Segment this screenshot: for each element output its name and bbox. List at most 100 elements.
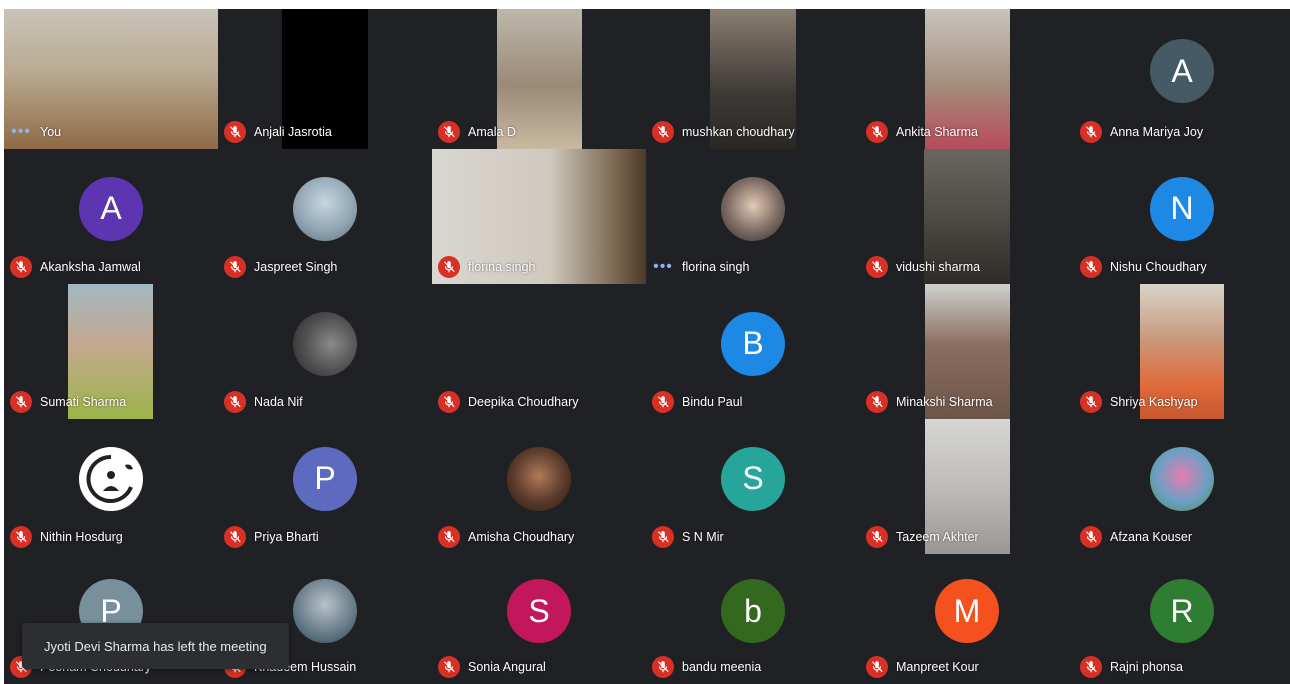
- mic-off-icon: [1080, 121, 1102, 143]
- participant-name: florina singh: [468, 260, 536, 274]
- participant-name: Afzana Kouser: [1110, 530, 1192, 544]
- participant-name: Anna Mariya Joy: [1110, 125, 1204, 139]
- name-bar: Anjali Jasrotia: [224, 120, 332, 144]
- participant-tile[interactable]: Ankita Sharma: [860, 9, 1074, 149]
- mic-off-icon: [10, 526, 32, 548]
- name-bar: S N Mir: [652, 525, 724, 549]
- participant-tile[interactable]: Nithin Hosdurg: [4, 419, 218, 554]
- name-bar: bandu meenia: [652, 655, 761, 679]
- avatar: [507, 446, 571, 511]
- participant-tile[interactable]: Sumati Sharma: [4, 284, 218, 419]
- name-bar: Tazeem Akhter: [866, 525, 979, 549]
- name-bar: Ankita Sharma: [866, 120, 978, 144]
- mic-off-icon: [224, 391, 246, 413]
- participant-name: Jaspreet Singh: [254, 260, 338, 274]
- participant-tile[interactable]: Afzana Kouser: [1074, 419, 1290, 554]
- participant-name: Anjali Jasrotia: [254, 125, 332, 139]
- participant-tile[interactable]: Shriya Kashyap: [1074, 284, 1290, 419]
- avatar: P: [293, 446, 357, 511]
- name-bar: Priya Bharti: [224, 525, 319, 549]
- avatar: R: [1150, 579, 1214, 643]
- name-bar: Jaspreet Singh: [224, 255, 337, 279]
- participant-tile[interactable]: S Sonia Angural: [432, 554, 646, 684]
- name-bar: Bindu Paul: [652, 390, 742, 414]
- participant-tile[interactable]: Tazeem Akhter: [860, 419, 1074, 554]
- name-bar: Nithin Hosdurg: [10, 525, 123, 549]
- participant-tile[interactable]: Jaspreet Singh: [218, 149, 432, 284]
- avatar: S: [721, 446, 785, 511]
- mic-off-icon: [438, 121, 460, 143]
- name-bar: vidushi sharma: [866, 255, 980, 279]
- participant-name: Shriya Kashyap: [1110, 395, 1198, 409]
- participant-tile[interactable]: mushkan choudhary: [646, 9, 860, 149]
- participant-tile[interactable]: Amisha Choudhary: [432, 419, 646, 554]
- participant-name: Bindu Paul: [682, 395, 743, 409]
- participant-name: Ankita Sharma: [896, 125, 978, 139]
- participant-tile[interactable]: vidushi sharma: [860, 149, 1074, 284]
- participant-name: Amisha Choudhary: [468, 530, 575, 544]
- name-bar: Amala D: [438, 120, 516, 144]
- participant-tile[interactable]: S S N Mir: [646, 419, 860, 554]
- name-bar: mushkan choudhary: [652, 120, 795, 144]
- name-bar: Amisha Choudhary: [438, 525, 574, 549]
- participant-name: mushkan choudhary: [682, 125, 795, 139]
- avatar: [721, 176, 785, 241]
- name-bar: Deepika Choudhary: [438, 390, 579, 414]
- mic-off-icon: [438, 526, 460, 548]
- participant-tile[interactable]: Amala D: [432, 9, 646, 149]
- participant-name: You: [40, 125, 62, 139]
- mic-off-icon: [10, 391, 32, 413]
- participant-tile[interactable]: B Bindu Paul: [646, 284, 860, 419]
- participant-tile[interactable]: P Priya Bharti: [218, 419, 432, 554]
- avatar: M: [935, 579, 999, 643]
- mic-off-icon: [1080, 391, 1102, 413]
- participant-tile[interactable]: florina singh: [432, 149, 646, 284]
- participant-name: Amala D: [468, 125, 516, 139]
- participant-tile[interactable]: ••• You: [4, 9, 218, 149]
- participant-name: vidushi sharma: [896, 260, 981, 274]
- mic-off-icon: [224, 256, 246, 278]
- participant-tile[interactable]: M Manpreet Kour: [860, 554, 1074, 684]
- participant-tile[interactable]: A Anna Mariya Joy: [1074, 9, 1290, 149]
- avatar: N: [1150, 176, 1214, 241]
- participant-name: S N Mir: [682, 530, 724, 544]
- participant-tile[interactable]: ••• florina singh: [646, 149, 860, 284]
- mic-off-icon: [652, 526, 674, 548]
- avatar: [79, 446, 143, 511]
- name-bar: Anna Mariya Joy: [1080, 120, 1203, 144]
- participant-tile[interactable]: N Nishu Choudhary: [1074, 149, 1290, 284]
- participant-name: Nithin Hosdurg: [40, 530, 123, 544]
- name-bar: Nada Nif: [224, 390, 303, 414]
- participant-name: Manpreet Kour: [896, 660, 979, 674]
- participant-tile[interactable]: R Rajni phonsa: [1074, 554, 1290, 684]
- name-bar: Rajni phonsa: [1080, 655, 1183, 679]
- participant-tile[interactable]: A Akanksha Jamwal: [4, 149, 218, 284]
- name-bar: Shriya Kashyap: [1080, 390, 1198, 414]
- mic-off-icon: [438, 656, 460, 678]
- avatar: A: [79, 176, 143, 241]
- participant-tile[interactable]: Deepika Choudhary: [432, 284, 646, 419]
- participant-tile[interactable]: b bandu meenia: [646, 554, 860, 684]
- mic-off-icon: [652, 656, 674, 678]
- mic-off-icon: [866, 121, 888, 143]
- participant-name: Sonia Angural: [468, 660, 546, 674]
- participant-name: Tazeem Akhter: [896, 530, 979, 544]
- avatar: A: [1150, 39, 1214, 103]
- participant-tile[interactable]: Nada Nif: [218, 284, 432, 419]
- participant-name: Sumati Sharma: [40, 395, 127, 409]
- mic-off-icon: [866, 526, 888, 548]
- name-bar: Sonia Angural: [438, 655, 546, 679]
- speaking-dots-icon: •••: [11, 123, 31, 140]
- mic-off-icon: [224, 121, 246, 143]
- name-bar: Manpreet Kour: [866, 655, 979, 679]
- name-bar: Sumati Sharma: [10, 390, 126, 414]
- avatar: b: [721, 579, 785, 643]
- notification-toast: Jyoti Devi Sharma has left the meeting: [22, 623, 289, 669]
- mic-off-icon: [1080, 526, 1102, 548]
- participant-name: Minakshi Sharma: [896, 395, 993, 409]
- participant-name: Deepika Choudhary: [468, 395, 579, 409]
- participant-name: Priya Bharti: [254, 530, 319, 544]
- participant-tile[interactable]: Anjali Jasrotia: [218, 9, 432, 149]
- participant-name: florina singh: [682, 260, 750, 274]
- participant-tile[interactable]: Minakshi Sharma: [860, 284, 1074, 419]
